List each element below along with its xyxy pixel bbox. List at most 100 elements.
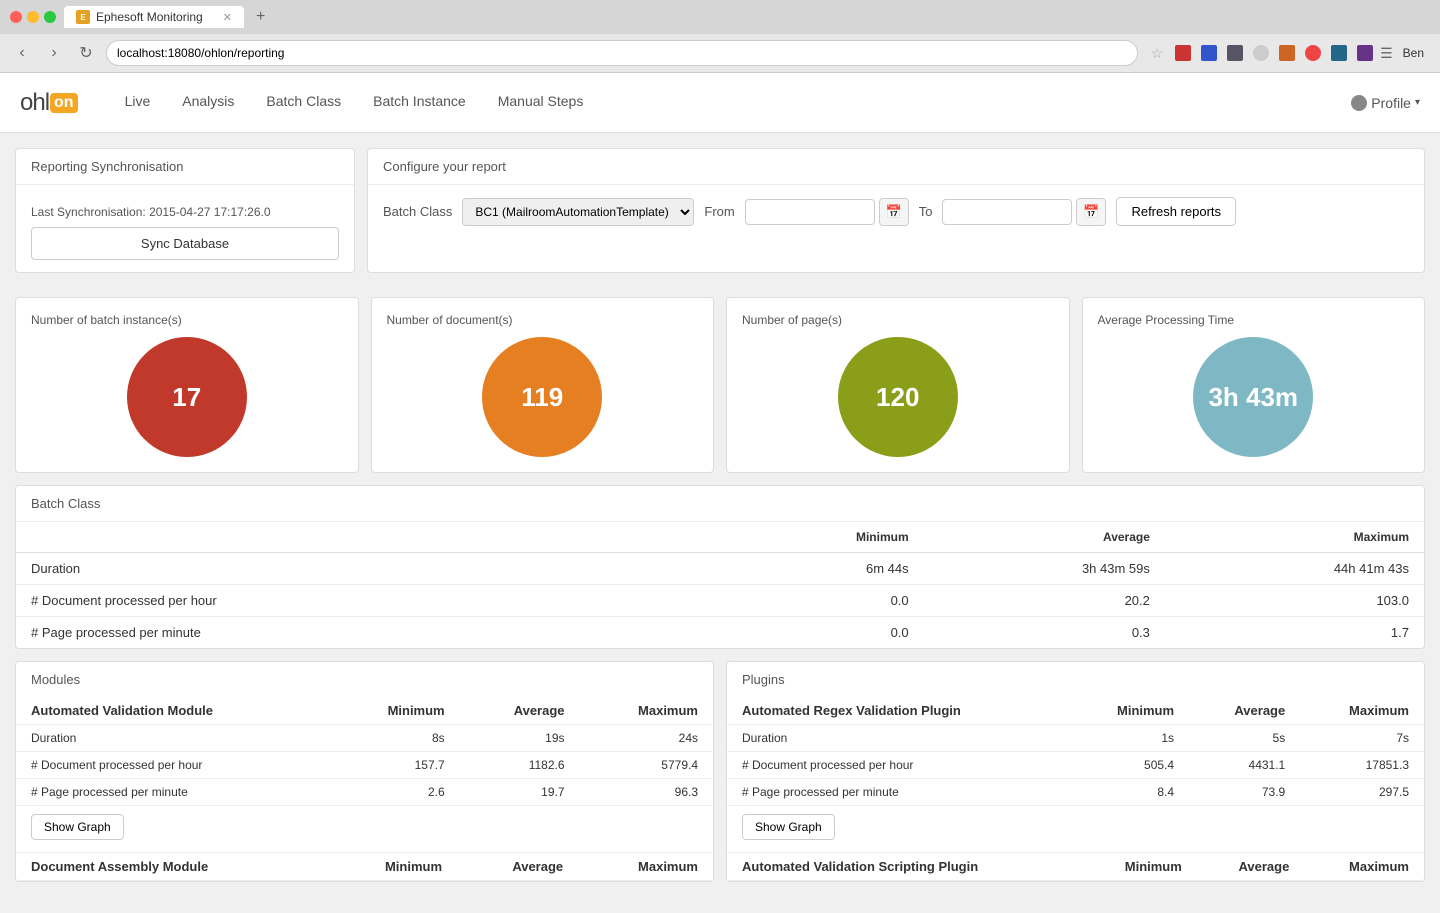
nav-manual-steps[interactable]: Manual Steps bbox=[482, 73, 600, 133]
plugin-1-col-avg: Average bbox=[1189, 697, 1300, 725]
modules-show-graph-button[interactable]: Show Graph bbox=[31, 814, 124, 840]
plugin-2-col-min: Minimum bbox=[1081, 853, 1197, 881]
module-1-col-max: Maximum bbox=[580, 697, 713, 725]
sync-panel: Reporting Synchronisation Last Synchroni… bbox=[15, 148, 355, 273]
batch-class-label: Batch Class bbox=[383, 204, 452, 219]
row-duration-label: Duration bbox=[16, 553, 720, 585]
to-calendar-icon[interactable]: 📅 bbox=[1076, 198, 1106, 226]
plug1-row2-min: 505.4 bbox=[1069, 752, 1189, 779]
modules-title: Modules bbox=[16, 662, 713, 697]
table-row: # Page processed per minute 0.0 0.3 1.7 bbox=[16, 617, 1424, 649]
extension-1[interactable] bbox=[1172, 42, 1194, 64]
nav-live[interactable]: Live bbox=[109, 73, 167, 133]
batch-class-table-header: Minimum Average Maximum bbox=[16, 522, 1424, 553]
extension-2[interactable] bbox=[1198, 42, 1220, 64]
maximize-dot[interactable] bbox=[44, 11, 56, 23]
col-minimum-header: Minimum bbox=[720, 522, 924, 553]
mod1-row1-label: Duration bbox=[16, 725, 330, 752]
plugin-1-col-min: Minimum bbox=[1069, 697, 1189, 725]
logo-text: ohl bbox=[20, 89, 49, 117]
mod1-row3-max: 96.3 bbox=[580, 779, 713, 806]
stat-documents: Number of document(s) 119 bbox=[371, 297, 715, 473]
from-date-field: 📅 bbox=[745, 198, 909, 226]
plug1-row3-max: 297.5 bbox=[1300, 779, 1424, 806]
app-header: ohlon Live Analysis Batch Class Batch In… bbox=[0, 73, 1440, 133]
extension-3[interactable] bbox=[1224, 42, 1246, 64]
row-doc-per-hr-min: 0.0 bbox=[720, 585, 924, 617]
browser-toolbar: ‹ › ↻ ☆ ☰ Ben bbox=[0, 34, 1440, 72]
mod1-row1-min: 8s bbox=[330, 725, 459, 752]
module-1-name: Automated Validation Module bbox=[16, 697, 330, 725]
sync-panel-title: Reporting Synchronisation bbox=[16, 149, 354, 185]
header-right: Profile ▾ bbox=[1351, 95, 1420, 111]
stat-avg-processing-circle: 3h 43m bbox=[1193, 337, 1313, 457]
tab-favicon: E bbox=[76, 10, 90, 24]
extension-star[interactable]: ☆ bbox=[1146, 42, 1168, 64]
module-1-name-row: Automated Validation Module Minimum Aver… bbox=[16, 697, 713, 725]
forward-button[interactable]: › bbox=[42, 41, 66, 65]
stat-pages-circle: 120 bbox=[838, 337, 958, 457]
plug1-row2-avg: 4431.1 bbox=[1189, 752, 1300, 779]
plugin-1-name: Automated Regex Validation Plugin bbox=[727, 697, 1069, 725]
logo-on: on bbox=[50, 93, 78, 113]
reload-button[interactable]: ↻ bbox=[74, 41, 98, 65]
module-2-col-avg: Average bbox=[457, 853, 578, 881]
nav-analysis[interactable]: Analysis bbox=[166, 73, 250, 133]
extension-4[interactable] bbox=[1250, 42, 1272, 64]
mod1-row2-label: # Document processed per hour bbox=[16, 752, 330, 779]
extension-7[interactable] bbox=[1328, 42, 1350, 64]
plugins-show-graph-button[interactable]: Show Graph bbox=[742, 814, 835, 840]
extension-8[interactable] bbox=[1354, 42, 1376, 64]
table-row: # Document processed per hour 0.0 20.2 1… bbox=[16, 585, 1424, 617]
browser-chrome: E Ephesoft Monitoring ✕ + ‹ › ↻ ☆ ☰ Ben bbox=[0, 0, 1440, 73]
tab-title: Ephesoft Monitoring bbox=[96, 10, 203, 24]
sync-database-button[interactable]: Sync Database bbox=[31, 227, 339, 260]
nav-batch-class[interactable]: Batch Class bbox=[250, 73, 357, 133]
table-row: # Document processed per hour 157.7 1182… bbox=[16, 752, 713, 779]
extension-6[interactable] bbox=[1302, 42, 1324, 64]
mod1-row2-avg: 1182.6 bbox=[460, 752, 580, 779]
browser-menu-icon[interactable]: ☰ bbox=[1380, 45, 1393, 62]
nav-batch-instance[interactable]: Batch Instance bbox=[357, 73, 482, 133]
table-row: Duration 1s 5s 7s bbox=[727, 725, 1424, 752]
from-date-input[interactable] bbox=[745, 199, 875, 225]
tab-close-icon[interactable]: ✕ bbox=[223, 11, 232, 24]
row-doc-per-hr-label: # Document processed per hour bbox=[16, 585, 720, 617]
plug1-row1-min: 1s bbox=[1069, 725, 1189, 752]
stat-avg-processing: Average Processing Time 3h 43m bbox=[1082, 297, 1426, 473]
extension-5[interactable] bbox=[1276, 42, 1298, 64]
row-duration-min: 6m 44s bbox=[720, 553, 924, 585]
stats-row: Number of batch instance(s) 17 Number of… bbox=[15, 297, 1425, 473]
browser-user-button[interactable]: Ben bbox=[1397, 44, 1430, 62]
browser-tab[interactable]: E Ephesoft Monitoring ✕ bbox=[64, 6, 244, 28]
plug1-row2-label: # Document processed per hour bbox=[727, 752, 1069, 779]
refresh-reports-button[interactable]: Refresh reports bbox=[1116, 197, 1236, 226]
config-panel-title: Configure your report bbox=[368, 149, 1424, 185]
main-nav: Live Analysis Batch Class Batch Instance… bbox=[109, 73, 600, 133]
stat-batch-instances-value: 17 bbox=[172, 382, 201, 413]
row-duration-avg: 3h 43m 59s bbox=[924, 553, 1165, 585]
batch-class-panel-title: Batch Class bbox=[16, 486, 1424, 522]
new-tab-button[interactable]: + bbox=[252, 8, 269, 26]
back-button[interactable]: ‹ bbox=[10, 41, 34, 65]
profile-button[interactable]: Profile ▾ bbox=[1351, 95, 1420, 111]
profile-label: Profile bbox=[1371, 95, 1411, 111]
config-panel: Configure your report Batch Class BC1 (M… bbox=[367, 148, 1425, 273]
plugins-table-2: Automated Validation Scripting Plugin Mi… bbox=[727, 853, 1424, 881]
to-date-input[interactable] bbox=[942, 199, 1072, 225]
module-1-col-min: Minimum bbox=[330, 697, 459, 725]
mod1-row2-max: 5779.4 bbox=[580, 752, 713, 779]
table-row: # Page processed per minute 2.6 19.7 96.… bbox=[16, 779, 713, 806]
close-dot[interactable] bbox=[10, 11, 22, 23]
row-page-per-min-avg: 0.3 bbox=[924, 617, 1165, 649]
col-maximum-header: Maximum bbox=[1165, 522, 1424, 553]
row-page-per-min-min: 0.0 bbox=[720, 617, 924, 649]
row-page-per-min-max: 1.7 bbox=[1165, 617, 1424, 649]
address-bar[interactable] bbox=[106, 40, 1138, 66]
batch-class-select[interactable]: BC1 (MailroomAutomationTemplate) bbox=[462, 198, 694, 226]
bottom-row: Modules Automated Validation Module Mini… bbox=[15, 661, 1425, 882]
from-calendar-icon[interactable]: 📅 bbox=[879, 198, 909, 226]
stat-avg-processing-title: Average Processing Time bbox=[1098, 313, 1235, 327]
stat-documents-value: 119 bbox=[521, 382, 563, 413]
minimize-dot[interactable] bbox=[27, 11, 39, 23]
